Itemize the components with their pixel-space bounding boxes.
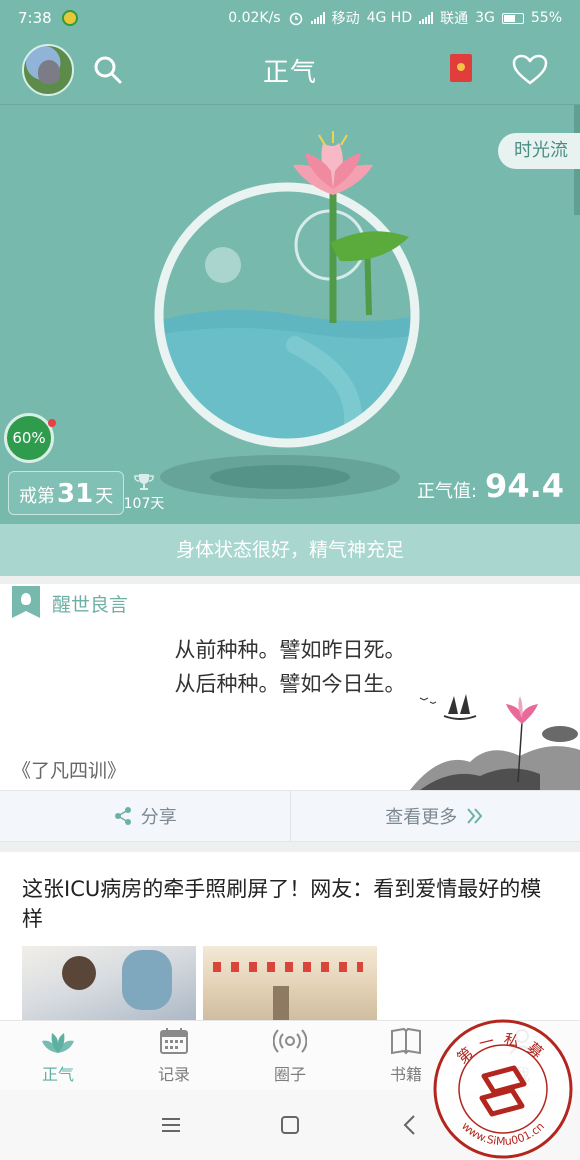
carrier-1: 移动: [331, 11, 360, 27]
alarm-icon: [289, 12, 302, 26]
network-type-2: 3G: [475, 10, 495, 26]
quote-action-bar: 分享 查看更多: [0, 790, 580, 842]
page-title: 正气: [262, 58, 317, 88]
body-status-text: 身体状态很好，精气神充足: [0, 524, 580, 576]
double-chevron-right-icon: [467, 808, 483, 824]
watermark-stamp: 第一私募 www.SiMu001.cn: [432, 1018, 574, 1160]
ink-painting-illustration: [410, 694, 580, 790]
article-thumbnail[interactable]: [203, 946, 377, 1020]
watermark-seal: 第一私募 www.SiMu001.cn: [433, 1019, 573, 1159]
trophy-icon: [134, 474, 154, 490]
view-more-label: 查看更多: [385, 807, 458, 828]
share-label: 分享: [140, 807, 177, 828]
back-icon[interactable]: [398, 1112, 424, 1138]
network-speed: 0.02K/s: [228, 10, 281, 26]
streak-days: 31: [57, 479, 94, 509]
tab-zhengqi[interactable]: 正气: [0, 1021, 116, 1090]
quote-line-1: 从前种种。譬如昨日死。: [174, 638, 406, 662]
quote-card: 醒世良言 从前种种。譬如昨日死。 从后种种。譬如今日生。 《了凡四训》: [0, 584, 580, 790]
best-record-days: 107天: [123, 496, 165, 512]
share-button[interactable]: 分享: [0, 791, 290, 841]
heart-icon[interactable]: [512, 54, 548, 86]
share-icon: [114, 807, 131, 825]
divider: [0, 842, 580, 852]
tab-records[interactable]: 记录: [116, 1021, 232, 1090]
hero-panel: 时光流 60% 戒第 31 天 107天 正气值: 94.4: [0, 104, 580, 524]
view-more-button[interactable]: 查看更多: [289, 791, 580, 841]
battery-percent: 55%: [530, 10, 562, 26]
divider: [0, 576, 580, 584]
qi-value-label: 正气值:: [416, 481, 478, 502]
battery-icon: [501, 12, 524, 24]
signal-icon: [310, 12, 325, 24]
article-title[interactable]: 这张ICU病房的牵手照刷屏了！网友：看到爱情最好的模样: [22, 874, 558, 934]
article-thumbnail[interactable]: [22, 946, 196, 1020]
calendar-icon: [160, 1027, 188, 1054]
time-flow-button[interactable]: 时光流: [498, 133, 580, 169]
status-bar: 7:38 0.02K/s 移动 4G HD 联通 3G 55%: [0, 0, 580, 36]
broadcast-icon: [273, 1028, 307, 1053]
carrier-2: 联通: [440, 11, 469, 27]
best-record: 107天: [122, 473, 166, 513]
tab-label: 圈子: [273, 1064, 306, 1084]
qi-value: 正气值: 94.4: [417, 467, 564, 505]
notification-dot: [48, 419, 56, 427]
lightbulb-bookmark-icon: [12, 586, 40, 618]
app-notification-icon: [61, 10, 78, 26]
menu-icon[interactable]: [158, 1112, 184, 1138]
status-time: 7:38: [18, 9, 52, 27]
streak-prefix: 戒第: [19, 486, 55, 507]
tab-label: 记录: [157, 1064, 190, 1084]
network-type-1: 4G HD: [366, 10, 413, 26]
quote-section-label: 醒世良言: [52, 594, 129, 616]
article-card[interactable]: 这张ICU病房的牵手照刷屏了！网友：看到爱情最好的模样: [0, 852, 580, 1020]
book-icon: [391, 1027, 421, 1054]
quote-source: 《了凡四训》: [12, 760, 127, 782]
tab-label: 正气: [41, 1064, 74, 1084]
fishbowl-lotus-illustration: [154, 131, 420, 499]
qi-value-number: 94.4: [485, 467, 564, 505]
home-icon[interactable]: [277, 1112, 303, 1138]
signal-icon: [419, 12, 434, 24]
streak-counter: 戒第 31 天: [8, 471, 125, 515]
progress-ring[interactable]: 60%: [4, 413, 54, 463]
streak-suffix: 天: [95, 486, 114, 507]
tab-circle[interactable]: 圈子: [232, 1021, 348, 1090]
lotus-icon: [42, 1032, 74, 1053]
red-packet-icon[interactable]: [450, 54, 472, 82]
tab-label: 书籍: [389, 1064, 422, 1084]
app-header: 正气: [0, 36, 580, 104]
